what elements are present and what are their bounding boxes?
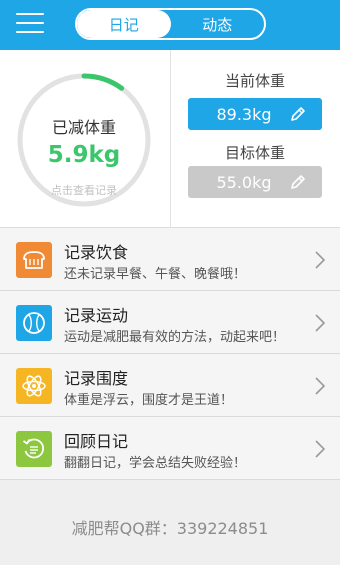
tab-feed[interactable]: 动态 — [171, 10, 265, 38]
current-weight-button[interactable]: 89.3kg — [188, 98, 322, 130]
list-item-review-diary[interactable]: 回顾日记 翻翻日记，学会总结失败经验！ — [0, 417, 340, 480]
action-list: 记录饮食 还未记录早餐、午餐、晚餐哦！ 记录运动 运动是减肥最有效的方法，动起来… — [0, 228, 340, 480]
weight-lost-label: 已减体重 — [51, 118, 116, 137]
list-item-subtitle: 体重是浮云，围度才是王道！ — [64, 393, 234, 408]
panel-divider — [170, 50, 171, 228]
atom-icon — [16, 368, 52, 404]
target-weight-value: 55.0kg — [216, 172, 272, 192]
edit-pencil-icon — [291, 175, 305, 189]
list-item-title: 记录饮食 — [64, 243, 129, 262]
edit-pencil-icon — [291, 107, 305, 121]
list-item-title: 记录运动 — [64, 306, 129, 325]
current-weight-value: 89.3kg — [216, 104, 272, 124]
list-item-subtitle: 翻翻日记，学会总结失败经验！ — [64, 456, 247, 471]
chevron-right-icon — [315, 377, 326, 395]
weight-lost-ring[interactable]: 已减体重 5.9kg 点击查看记录 — [16, 72, 152, 208]
list-item-subtitle: 还未记录早餐、午餐、晚餐哦！ — [64, 267, 247, 282]
bread-icon — [16, 242, 52, 278]
history-icon — [16, 431, 52, 467]
tab-switcher: 日记 动态 — [75, 8, 266, 40]
menu-icon[interactable] — [16, 13, 44, 35]
app-header: 日记 动态 — [0, 0, 340, 50]
list-item-title: 回顾日记 — [64, 432, 129, 451]
list-item-record-exercise[interactable]: 记录运动 运动是减肥最有效的方法，动起来吧！ — [0, 291, 340, 354]
view-records-hint: 点击查看记录 — [51, 184, 117, 197]
target-weight-button[interactable]: 55.0kg — [188, 166, 322, 198]
weight-lost-value: 5.9kg — [47, 142, 121, 168]
weight-summary-panel: 已减体重 5.9kg 点击查看记录 当前体重 89.3kg 目标体重 55.0k… — [0, 50, 340, 228]
baseball-icon — [16, 305, 52, 341]
list-item-record-measurements[interactable]: 记录围度 体重是浮云，围度才是王道！ — [0, 354, 340, 417]
list-item-record-diet[interactable]: 记录饮食 还未记录早餐、午餐、晚餐哦！ — [0, 228, 340, 291]
tab-diary[interactable]: 日记 — [77, 10, 171, 38]
chevron-right-icon — [315, 314, 326, 332]
chevron-right-icon — [315, 251, 326, 269]
list-item-title: 记录围度 — [64, 369, 129, 388]
list-item-subtitle: 运动是减肥最有效的方法，动起来吧！ — [64, 330, 286, 345]
qq-group-footer: 减肥帮QQ群：339224851 — [71, 519, 269, 538]
target-weight-label: 目标体重 — [224, 144, 285, 162]
current-weight-label: 当前体重 — [224, 72, 285, 90]
chevron-right-icon — [315, 440, 326, 458]
